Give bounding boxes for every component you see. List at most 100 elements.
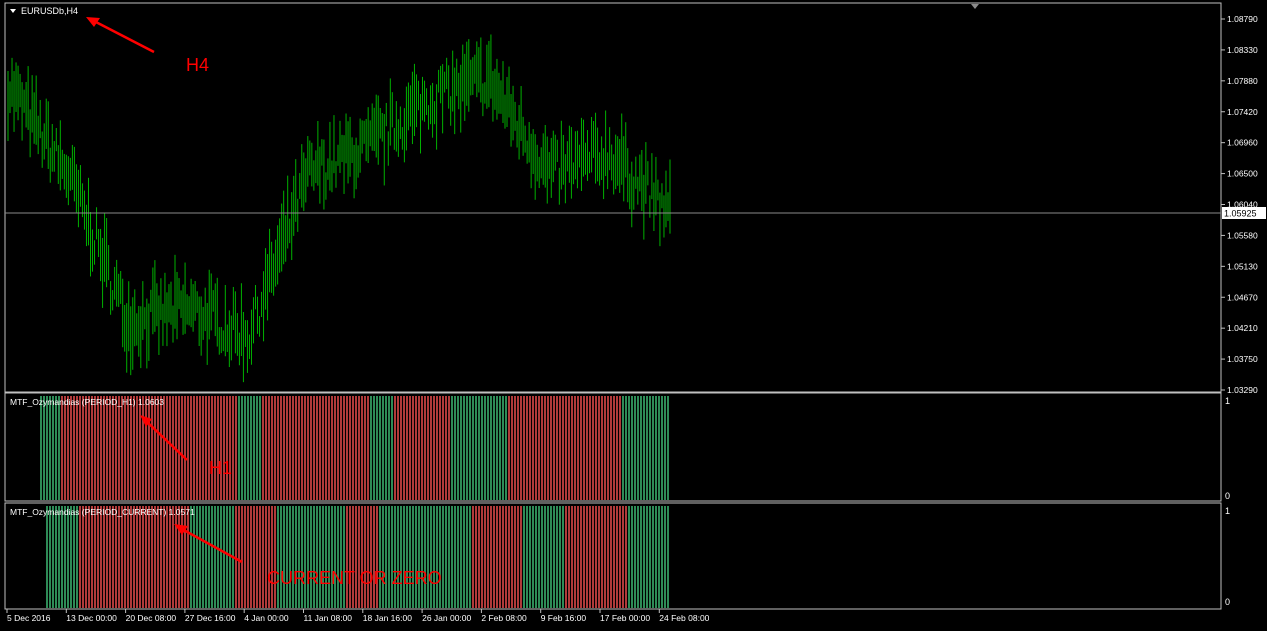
regime-bar <box>196 396 198 500</box>
regime-bar <box>499 506 501 608</box>
regime-bar <box>556 396 558 500</box>
regime-bar <box>130 396 132 500</box>
regime-bar <box>379 506 381 608</box>
regime-bar <box>652 506 654 608</box>
regime-bar <box>46 506 48 608</box>
regime-bar <box>151 506 153 608</box>
time-tick-label: 11 Jan 08:00 <box>304 613 353 623</box>
regime-bar <box>223 506 225 608</box>
regime-bar <box>346 396 348 500</box>
regime-bar <box>472 396 474 500</box>
regime-bar <box>301 396 303 500</box>
regime-bar <box>592 396 594 500</box>
regime-bar <box>238 396 240 500</box>
regime-bar <box>109 506 111 608</box>
regime-bar <box>625 396 627 500</box>
regime-bar <box>142 506 144 608</box>
regime-bar <box>118 396 120 500</box>
regime-bar <box>604 506 606 608</box>
regime-bar <box>553 396 555 500</box>
regime-bar <box>274 396 276 500</box>
regime-bar <box>319 506 321 608</box>
regime-bar <box>208 396 210 500</box>
regime-bar <box>226 396 228 500</box>
regime-bar <box>622 396 624 500</box>
current-annotation: CURRENT OR ZERO <box>267 568 442 588</box>
regime-bar <box>487 396 489 500</box>
regime-bar <box>181 396 183 500</box>
regime-bar <box>76 506 78 608</box>
regime-bar <box>478 396 480 500</box>
regime-bar <box>304 396 306 500</box>
regime-bar <box>517 396 519 500</box>
regime-bar <box>637 506 639 608</box>
regime-bar <box>106 396 108 500</box>
regime-bar <box>571 506 573 608</box>
regime-bar <box>220 506 222 608</box>
regime-bar <box>121 506 123 608</box>
regime-bar <box>613 396 615 500</box>
dropdown-triangle-icon[interactable] <box>10 9 16 13</box>
regime-bar <box>421 506 423 608</box>
regime-bar <box>601 506 603 608</box>
price-candles <box>7 34 671 383</box>
regime-bar <box>103 506 105 608</box>
regime-bar <box>70 396 72 500</box>
price-tick-label: 1.05130 <box>1227 261 1258 271</box>
regime-bar <box>427 396 429 500</box>
regime-bar <box>355 396 357 500</box>
regime-bar <box>565 396 567 500</box>
regime-bar <box>196 506 198 608</box>
regime-bar <box>154 506 156 608</box>
chart-canvas[interactable]: 1.08790 1.08330 1.07880 1.07420 1.06960 1.065… <box>0 0 1267 626</box>
regime-bar <box>253 506 255 608</box>
regime-bar <box>616 396 618 500</box>
regime-bar <box>433 396 435 500</box>
regime-bar <box>532 396 534 500</box>
regime-bar <box>199 396 201 500</box>
regime-bar <box>391 396 393 500</box>
regime-bar <box>364 506 366 608</box>
regime-bar <box>184 506 186 608</box>
price-tick-label: 1.03750 <box>1227 354 1258 364</box>
regime-bar <box>85 506 87 608</box>
h1-regime-bars <box>40 396 669 500</box>
regime-bar <box>313 396 315 500</box>
time-tick-label: 13 Dec 00:00 <box>66 613 117 623</box>
regime-bar <box>313 506 315 608</box>
regime-bar <box>214 396 216 500</box>
regime-bar <box>334 396 336 500</box>
regime-bar <box>388 396 390 500</box>
regime-bar <box>298 396 300 500</box>
regime-bar <box>526 506 528 608</box>
regime-bar <box>568 506 570 608</box>
regime-bar <box>571 396 573 500</box>
regime-bar <box>625 506 627 608</box>
regime-bar <box>583 506 585 608</box>
chart-shift-marker-icon[interactable] <box>971 4 979 9</box>
regime-bar <box>415 396 417 500</box>
regime-bar <box>259 506 261 608</box>
regime-bar <box>424 506 426 608</box>
regime-bar <box>448 506 450 608</box>
regime-bar <box>382 396 384 500</box>
regime-bar <box>394 506 396 608</box>
regime-bar <box>568 396 570 500</box>
regime-bar <box>574 396 576 500</box>
regime-bar <box>493 396 495 500</box>
regime-bar <box>502 506 504 608</box>
regime-bar <box>655 506 657 608</box>
regime-bar <box>187 396 189 500</box>
regime-bar <box>664 396 666 500</box>
regime-bar <box>49 396 51 500</box>
regime-bar <box>439 506 441 608</box>
regime-bar <box>97 506 99 608</box>
regime-bar <box>109 396 111 500</box>
regime-bar <box>631 396 633 500</box>
regime-bar <box>538 396 540 500</box>
regime-bar <box>136 506 138 608</box>
regime-bar <box>52 506 54 608</box>
regime-bar <box>94 506 96 608</box>
regime-bar <box>637 396 639 500</box>
trading-chart-window[interactable]: 1.08790 1.08330 1.07880 1.07420 1.06960 1.065… <box>0 0 1267 626</box>
